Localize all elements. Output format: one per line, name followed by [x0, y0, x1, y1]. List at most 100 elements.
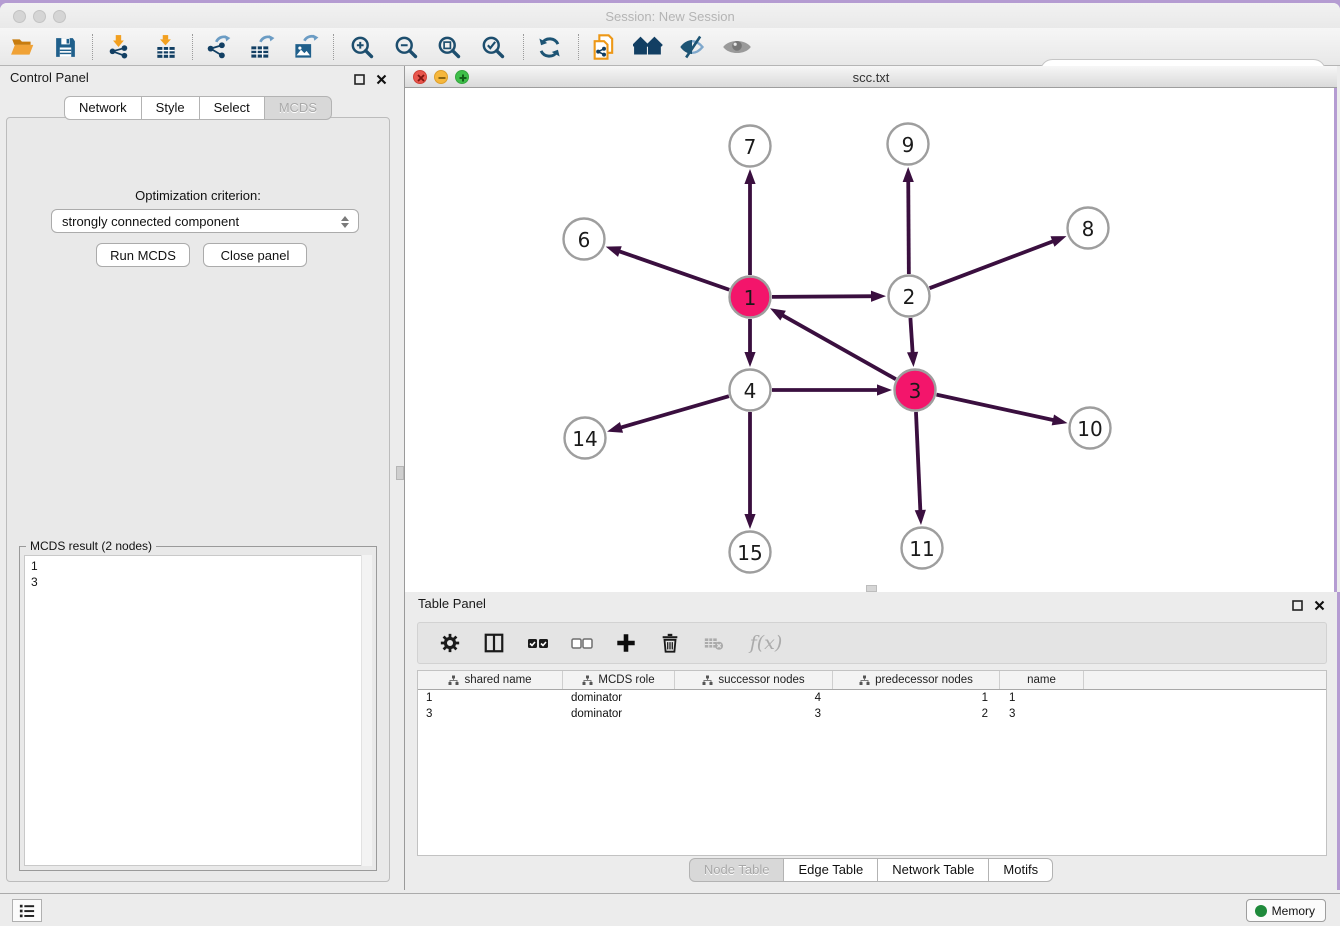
mcds-result-text[interactable]: 13	[24, 555, 372, 866]
apply-function-button[interactable]: f(x)	[744, 629, 788, 657]
arrowhead-icon	[877, 384, 892, 395]
close-panel-button[interactable]: Close panel	[203, 243, 307, 267]
column-header-shared-name[interactable]: shared name	[418, 671, 563, 689]
table-cell: 3	[1000, 706, 1084, 722]
table-cell: 1	[833, 690, 1000, 706]
table-tabs: Node TableEdge TableNetwork TableMotifs	[405, 858, 1337, 882]
save-session-button[interactable]	[50, 33, 80, 61]
mcds-result-line: 1	[31, 558, 371, 574]
edge-3-10[interactable]	[936, 395, 1058, 422]
table-body: 1dominator4113dominator323	[418, 690, 1326, 722]
edge-2-8[interactable]	[930, 239, 1059, 288]
tab-network-table[interactable]: Network Table	[878, 858, 989, 882]
dropdown-value: strongly connected component	[62, 214, 239, 229]
splitter-grip[interactable]	[866, 585, 877, 592]
arrowhead-icon	[903, 167, 914, 182]
task-history-button[interactable]	[12, 899, 42, 922]
table-row[interactable]: 1dominator411	[418, 690, 1326, 706]
attribute-tree-icon	[702, 675, 713, 686]
edge-1-2[interactable]	[772, 296, 877, 297]
close-panel-icon[interactable]	[374, 72, 388, 86]
plus-icon	[615, 632, 637, 654]
tab-motifs[interactable]: Motifs	[989, 858, 1053, 882]
checked-boxes-icon	[526, 631, 550, 655]
import-network-button[interactable]	[104, 33, 134, 61]
edge-2-3[interactable]	[910, 318, 913, 358]
float-panel-icon[interactable]	[1290, 598, 1304, 612]
hide-graphics-details-button[interactable]	[677, 33, 707, 61]
gear-icon	[439, 632, 461, 654]
node-label: 2	[903, 285, 916, 309]
zoom-in-button[interactable]	[347, 33, 377, 61]
node-label: 8	[1082, 217, 1095, 241]
split-table-view-button[interactable]	[480, 629, 508, 657]
column-header-name[interactable]: name	[1000, 671, 1084, 689]
import-table-button[interactable]	[151, 33, 181, 61]
zoom-fit-button[interactable]	[434, 33, 464, 61]
toolbar-separator	[523, 34, 524, 60]
edge-4-14[interactable]	[616, 396, 729, 429]
table-panel: Table Panel	[405, 592, 1340, 890]
mcds-result-title: MCDS result (2 nodes)	[26, 539, 156, 553]
edge-3-11[interactable]	[916, 412, 921, 516]
deselect-all-checkboxes-button[interactable]	[568, 629, 596, 657]
unchecked-boxes-icon	[570, 631, 594, 655]
new-network-from-selection-button[interactable]	[589, 33, 619, 61]
export-network-button[interactable]	[203, 33, 233, 61]
table-cell: 1	[1000, 690, 1084, 706]
node-label: 14	[572, 427, 597, 451]
mcds-result-line: 3	[31, 574, 371, 590]
first-neighbors-button[interactable]	[633, 33, 663, 61]
network-canvas[interactable]: 1234678910111415	[405, 88, 1337, 592]
mcds-panel: Optimization criterion: strongly connect…	[6, 117, 390, 882]
splitter-grip[interactable]	[396, 466, 404, 480]
network-window-titlebar[interactable]: scc.txt	[405, 66, 1337, 88]
control-panel-title: Control Panel	[10, 70, 89, 85]
arrowhead-icon	[871, 291, 886, 302]
select-all-checkboxes-button[interactable]	[524, 629, 552, 657]
tab-style[interactable]: Style	[142, 96, 200, 120]
tab-edge-table[interactable]: Edge Table	[784, 858, 878, 882]
zoom-out-icon	[393, 34, 420, 61]
optimization-criterion-select[interactable]: strongly connected component	[51, 209, 359, 233]
tab-network[interactable]: Network	[64, 96, 142, 120]
float-panel-icon[interactable]	[352, 72, 366, 86]
mcds-scrollbar[interactable]	[361, 555, 372, 866]
edge-1-6[interactable]	[614, 250, 729, 290]
column-header-predecessor-nodes[interactable]: predecessor nodes	[833, 671, 1000, 689]
show-graphics-details-button[interactable]	[722, 33, 752, 61]
table-row[interactable]: 3dominator323	[418, 706, 1326, 722]
tab-node-table[interactable]: Node Table	[689, 858, 785, 882]
edge-2-9[interactable]	[908, 176, 909, 274]
network-graph: 1234678910111415	[405, 88, 1334, 592]
window-title: Session: New Session	[0, 9, 1340, 24]
column-header-successor-nodes[interactable]: successor nodes	[675, 671, 833, 689]
network-view-window: scc.txt 1234678910111415	[405, 66, 1337, 592]
save-floppy-icon	[53, 35, 78, 60]
close-panel-icon[interactable]	[1312, 598, 1326, 612]
export-table-button[interactable]	[246, 33, 276, 61]
zoom-out-button[interactable]	[391, 33, 421, 61]
arrowhead-icon	[607, 422, 623, 433]
arrowhead-icon	[907, 352, 918, 367]
arrowhead-icon	[770, 308, 786, 320]
column-header-mcds-role[interactable]: MCDS role	[563, 671, 675, 689]
open-session-button[interactable]	[8, 33, 38, 61]
delete-columns-button[interactable]	[656, 629, 684, 657]
export-image-button[interactable]	[290, 33, 320, 61]
memory-button[interactable]: Memory	[1246, 899, 1326, 922]
run-mcds-button[interactable]: Run MCDS	[96, 243, 190, 267]
node-label: 11	[909, 537, 934, 561]
refresh-view-button[interactable]	[534, 33, 564, 61]
column-settings-button[interactable]	[436, 629, 464, 657]
edge-3-1[interactable]	[778, 313, 896, 379]
table-cell: 1	[418, 690, 563, 706]
zoom-selected-button[interactable]	[478, 33, 508, 61]
tab-mcds[interactable]: MCDS	[265, 96, 332, 120]
tab-select[interactable]: Select	[200, 96, 265, 120]
add-column-button[interactable]	[612, 629, 640, 657]
delete-table-button[interactable]	[700, 629, 728, 657]
node-label: 6	[578, 228, 591, 252]
import-network-icon	[106, 34, 132, 60]
zoom-fit-icon	[436, 34, 463, 61]
